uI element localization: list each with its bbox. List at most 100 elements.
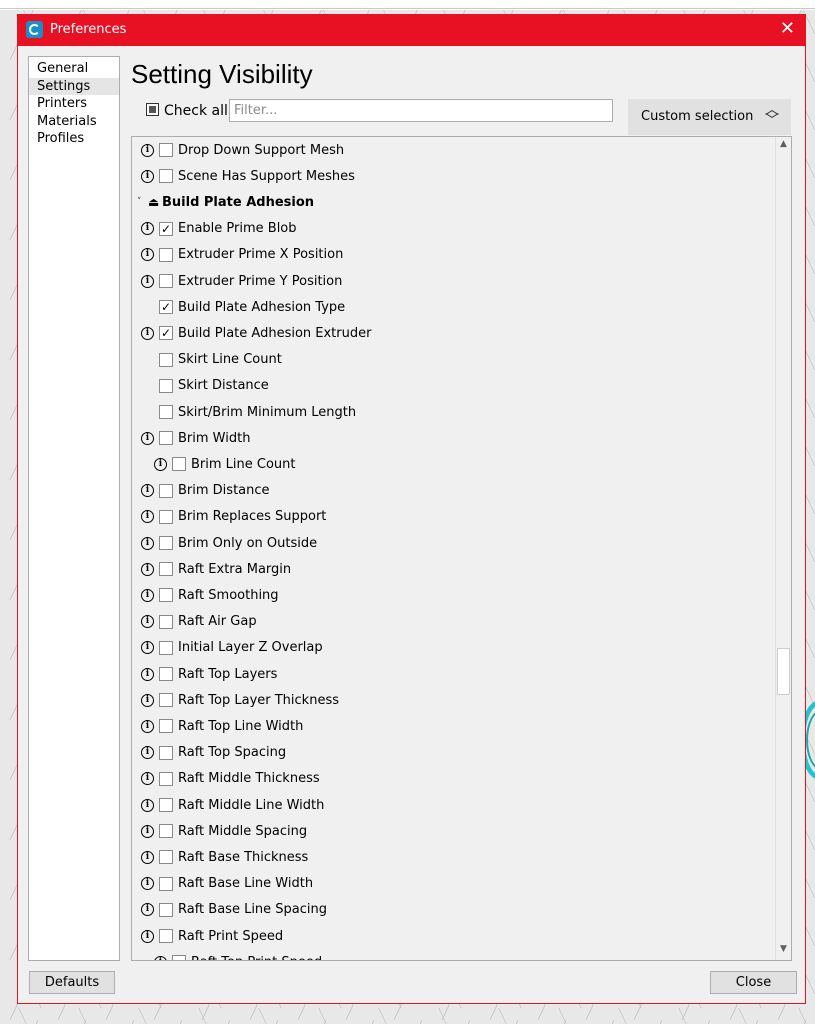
setting-checkbox[interactable] — [159, 614, 173, 629]
setting-row[interactable]: i Raft Base Line Spacing — [132, 897, 772, 923]
setting-checkbox[interactable] — [159, 509, 173, 524]
info-icon[interactable]: i — [141, 850, 154, 864]
info-icon[interactable]: i — [141, 484, 154, 498]
setting-row[interactable]: i Raft Top Layers — [132, 661, 772, 687]
info-icon[interactable]: i — [141, 248, 154, 262]
info-icon[interactable]: i — [141, 562, 154, 576]
setting-row[interactable]: i Brim Line Count — [132, 451, 772, 477]
check-all-label[interactable]: Check all — [164, 103, 228, 119]
scroll-up-arrow-icon[interactable]: ▲ — [778, 139, 789, 153]
setting-checkbox[interactable] — [159, 850, 173, 865]
info-icon[interactable]: i — [141, 772, 154, 786]
setting-checkbox[interactable] — [159, 588, 173, 603]
collapse-caret-icon[interactable]: ˅ — [137, 197, 142, 207]
info-icon[interactable]: i — [141, 169, 154, 183]
setting-row[interactable]: i ✓ Build Plate Adhesion Extruder — [132, 320, 772, 346]
setting-checkbox[interactable] — [159, 431, 173, 446]
setting-checkbox[interactable] — [159, 352, 173, 367]
setting-row[interactable]: Skirt Line Count — [132, 347, 772, 373]
info-icon[interactable]: i — [141, 746, 154, 760]
info-icon[interactable]: i — [141, 667, 154, 681]
sidebar-item-settings[interactable]: Settings — [29, 77, 119, 95]
setting-row[interactable]: i Raft Top Spacing — [132, 740, 772, 766]
sidebar-item-general[interactable]: General — [29, 60, 119, 78]
info-icon[interactable]: i — [141, 536, 154, 550]
setting-checkbox[interactable] — [172, 457, 186, 472]
setting-checkbox[interactable] — [159, 378, 173, 393]
info-icon[interactable]: i — [141, 431, 154, 445]
setting-row[interactable]: i Raft Smoothing — [132, 582, 772, 608]
setting-checkbox[interactable] — [159, 562, 173, 577]
setting-row[interactable]: i Brim Replaces Support — [132, 504, 772, 530]
setting-checkbox[interactable] — [159, 929, 173, 943]
visibility-preset-dropdown[interactable]: Custom selection ︿ ﹀ — [628, 99, 791, 135]
setting-checkbox[interactable] — [159, 640, 173, 655]
setting-row[interactable]: i Raft Base Thickness — [132, 844, 772, 870]
setting-checkbox[interactable] — [172, 955, 186, 960]
setting-checkbox[interactable] — [159, 143, 173, 157]
setting-checkbox[interactable] — [159, 798, 173, 812]
close-button[interactable]: Close — [710, 971, 797, 994]
setting-row[interactable]: i Brim Only on Outside — [132, 530, 772, 556]
setting-row[interactable]: i Raft Print Speed — [132, 923, 772, 949]
setting-checkbox[interactable] — [159, 405, 173, 419]
setting-checkbox[interactable] — [159, 719, 173, 734]
info-icon[interactable]: i — [154, 955, 167, 960]
check-all-checkbox[interactable] — [146, 103, 159, 116]
filter-input[interactable] — [229, 99, 613, 122]
setting-row[interactable]: i Raft Middle Line Width — [132, 792, 772, 818]
setting-row[interactable]: i Brim Distance — [132, 478, 772, 504]
close-icon[interactable]: ✕ — [780, 19, 795, 39]
info-icon[interactable]: i — [141, 222, 154, 236]
info-icon[interactable]: i — [141, 326, 154, 340]
setting-checkbox[interactable] — [159, 693, 173, 708]
setting-checkbox[interactable] — [159, 274, 173, 288]
info-icon[interactable]: i — [141, 719, 154, 733]
setting-row[interactable]: i Raft Top Line Width — [132, 713, 772, 739]
title-bar[interactable]: Preferences ✕ — [18, 15, 805, 46]
setting-checkbox[interactable] — [159, 247, 173, 262]
setting-row[interactable]: i Brim Width — [132, 425, 772, 451]
setting-checkbox[interactable]: ✓ — [159, 326, 173, 341]
setting-row[interactable]: i Raft Base Line Width — [132, 871, 772, 897]
setting-row[interactable]: i Extruder Prime Y Position — [132, 268, 772, 294]
info-icon[interactable]: i — [154, 457, 167, 471]
defaults-button[interactable]: Defaults — [29, 971, 115, 994]
info-icon[interactable]: i — [141, 641, 154, 655]
setting-checkbox[interactable] — [159, 771, 173, 786]
info-icon[interactable]: i — [141, 274, 154, 288]
sidebar-item-profiles[interactable]: Profiles — [29, 130, 119, 148]
info-icon[interactable]: i — [141, 143, 154, 157]
setting-row[interactable]: i Initial Layer Z Overlap — [132, 635, 772, 661]
scroll-thumb[interactable] — [777, 648, 790, 695]
setting-checkbox[interactable] — [159, 483, 173, 498]
setting-row[interactable]: i Extruder Prime X Position — [132, 242, 772, 268]
setting-row[interactable]: i Drop Down Support Mesh — [132, 137, 772, 163]
info-icon[interactable]: i — [141, 824, 154, 838]
setting-row[interactable]: i Raft Middle Spacing — [132, 818, 772, 844]
setting-row[interactable]: i Raft Middle Thickness — [132, 766, 772, 792]
info-icon[interactable]: i — [141, 510, 154, 524]
setting-checkbox[interactable] — [159, 876, 173, 891]
sidebar-item-printers[interactable]: Printers — [29, 95, 119, 113]
info-icon[interactable]: i — [141, 877, 154, 891]
info-icon[interactable]: i — [141, 929, 154, 943]
setting-checkbox[interactable]: ✓ — [159, 300, 173, 315]
setting-checkbox[interactable] — [159, 667, 173, 681]
setting-checkbox[interactable]: ✓ — [159, 221, 173, 236]
settings-scrollbar[interactable]: ▲ ▼ — [775, 137, 791, 960]
setting-checkbox[interactable] — [159, 745, 173, 760]
setting-row[interactable]: i Scene Has Support Meshes — [132, 163, 772, 189]
setting-row[interactable]: Skirt/Brim Minimum Length — [132, 399, 772, 425]
setting-row[interactable]: i ✓ Enable Prime Blob — [132, 216, 772, 242]
scroll-down-arrow-icon[interactable]: ▼ — [778, 944, 789, 958]
setting-row[interactable]: ✓ Build Plate Adhesion Type — [132, 294, 772, 320]
setting-row[interactable]: Skirt Distance — [132, 373, 772, 399]
info-icon[interactable]: i — [141, 615, 154, 629]
sidebar-item-materials[interactable]: Materials — [29, 113, 119, 131]
info-icon[interactable]: i — [141, 903, 154, 917]
setting-checkbox[interactable] — [159, 169, 173, 184]
setting-checkbox[interactable] — [159, 902, 173, 917]
info-icon[interactable]: i — [141, 798, 154, 812]
setting-row[interactable]: i Raft Air Gap — [132, 609, 772, 635]
